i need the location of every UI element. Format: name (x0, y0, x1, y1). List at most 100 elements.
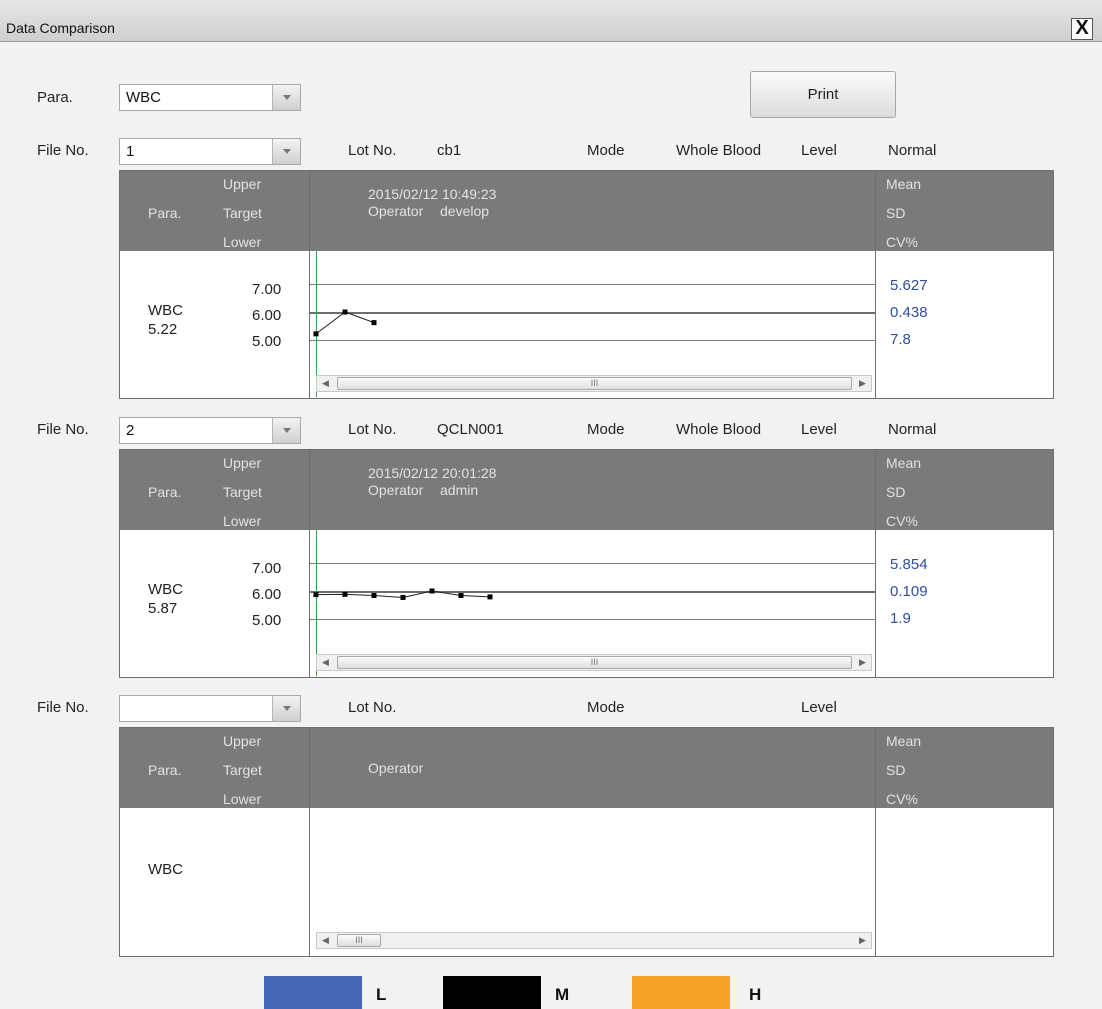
lower-limit: 5.00 (252, 333, 282, 350)
horizontal-scrollbar[interactable]: ◀ III ▶ (316, 375, 872, 392)
head-para: Para. (148, 762, 182, 778)
sd-value: 0.438 (890, 304, 928, 321)
head-operator-value: develop (440, 203, 490, 219)
param-value: 5.22 (148, 321, 178, 338)
scroll-thumb[interactable]: III (337, 656, 852, 669)
lot-no-label-2: Lot No. (348, 421, 397, 438)
scroll-left-icon[interactable]: ◀ (317, 933, 334, 948)
mode-label-2: Mode (587, 421, 625, 438)
mode-label-1: Mode (587, 142, 625, 159)
title-bar: Data Comparison X (0, 0, 1102, 42)
lot-no-value-2: QCLN001 (437, 421, 504, 438)
head-sd: SD (886, 484, 906, 500)
head-mean: Mean (886, 176, 922, 192)
head-upper: Upper (223, 455, 262, 471)
divider (875, 171, 876, 398)
qc-panel-2: Para. Upper Target Lower 2015/02/12 20:0… (119, 449, 1054, 678)
scroll-thumb[interactable]: III (337, 377, 852, 390)
mode-value-1: Whole Blood (676, 142, 762, 159)
print-button[interactable]: Print (750, 71, 896, 118)
upper-limit: 7.00 (252, 560, 282, 577)
legend-swatch-medium (443, 976, 541, 1009)
param-name: WBC (148, 861, 183, 878)
scroll-right-icon[interactable]: ▶ (854, 933, 871, 948)
level-label-3: Level (801, 699, 837, 716)
data-point (429, 588, 435, 594)
file-no-label-3: File No. (37, 699, 89, 716)
scroll-left-icon[interactable]: ◀ (317, 655, 334, 670)
panel-header-2: Para. Upper Target Lower 2015/02/12 20:0… (120, 450, 1053, 530)
qc-panel-3: Para. Upper Target Lower Operator Mean S… (119, 727, 1054, 957)
level-value-2: Normal (888, 421, 937, 438)
lot-no-label-3: Lot No. (348, 699, 397, 716)
head-lower: Lower (223, 234, 262, 250)
data-point (487, 594, 493, 600)
data-point (371, 592, 377, 598)
horizontal-scrollbar[interactable]: ◀ III ▶ (316, 932, 872, 949)
head-para: Para. (148, 484, 182, 500)
legend-label-high: H (749, 985, 762, 1004)
file-no-value-1: 1 (126, 143, 135, 160)
head-operator-label: Operator (368, 482, 424, 498)
close-icon: X (1075, 17, 1089, 39)
head-target: Target (223, 762, 262, 778)
mode-value-2: Whole Blood (676, 421, 762, 438)
mode-label-3: Mode (587, 699, 625, 716)
head-lower: Lower (223, 791, 262, 807)
para-select[interactable]: WBC (119, 84, 301, 111)
scroll-right-icon[interactable]: ▶ (854, 655, 871, 670)
lot-no-label-1: Lot No. (348, 142, 397, 159)
chevron-down-icon[interactable] (272, 85, 300, 110)
param-name: WBC (148, 302, 183, 319)
close-button[interactable]: X (1071, 18, 1093, 40)
upper-limit: 7.00 (252, 281, 282, 298)
legend-label-low: L (376, 985, 387, 1004)
file-no-select-2[interactable]: 2 (119, 417, 301, 444)
scroll-left-icon[interactable]: ◀ (317, 376, 334, 391)
head-sd: SD (886, 762, 906, 778)
para-select-value: WBC (126, 89, 161, 106)
head-datetime: 2015/02/12 20:01:28 (368, 465, 497, 481)
head-upper: Upper (223, 733, 262, 749)
sd-value: 0.109 (890, 583, 928, 600)
file-no-select-3[interactable] (119, 695, 301, 722)
file-no-label-1: File No. (37, 142, 89, 159)
level-label-2: Level (801, 421, 837, 438)
file-no-value-2: 2 (126, 422, 135, 439)
data-point (342, 591, 348, 597)
cv-value: 1.9 (890, 610, 911, 627)
qc-chart-2 (313, 588, 493, 600)
target-value: 6.00 (252, 307, 282, 324)
window-title: Data Comparison (6, 20, 115, 36)
chevron-down-icon[interactable] (272, 139, 300, 164)
panel-header-3: Para. Upper Target Lower Operator Mean S… (120, 728, 1053, 808)
series-line (315, 311, 375, 335)
horizontal-scrollbar[interactable]: ◀ III ▶ (316, 654, 872, 671)
chevron-down-icon[interactable] (272, 696, 300, 721)
data-point (313, 331, 319, 337)
divider (309, 728, 310, 956)
legend-swatch-high (632, 976, 730, 1009)
data-point (400, 594, 406, 600)
mean-value: 5.627 (890, 277, 928, 294)
data-point (458, 592, 464, 598)
target-value: 6.00 (252, 586, 282, 603)
lot-no-value-1: cb1 (437, 142, 462, 159)
scroll-right-icon[interactable]: ▶ (854, 376, 871, 391)
head-cv: CV% (886, 513, 918, 529)
head-mean: Mean (886, 733, 922, 749)
param-value: 5.87 (148, 600, 178, 617)
scroll-thumb[interactable]: III (337, 934, 381, 947)
head-sd: SD (886, 205, 906, 221)
legend-label-medium: M (555, 985, 570, 1004)
panel-header-1: Para. Upper Target Lower 2015/02/12 10:4… (120, 171, 1053, 251)
head-para: Para. (148, 205, 182, 221)
param-name: WBC (148, 581, 183, 598)
head-operator-label: Operator (368, 760, 424, 776)
data-point (342, 309, 348, 315)
file-no-label-2: File No. (37, 421, 89, 438)
chevron-down-icon[interactable] (272, 418, 300, 443)
level-label-1: Level (801, 142, 837, 159)
data-point (313, 592, 319, 598)
file-no-select-1[interactable]: 1 (119, 138, 301, 165)
